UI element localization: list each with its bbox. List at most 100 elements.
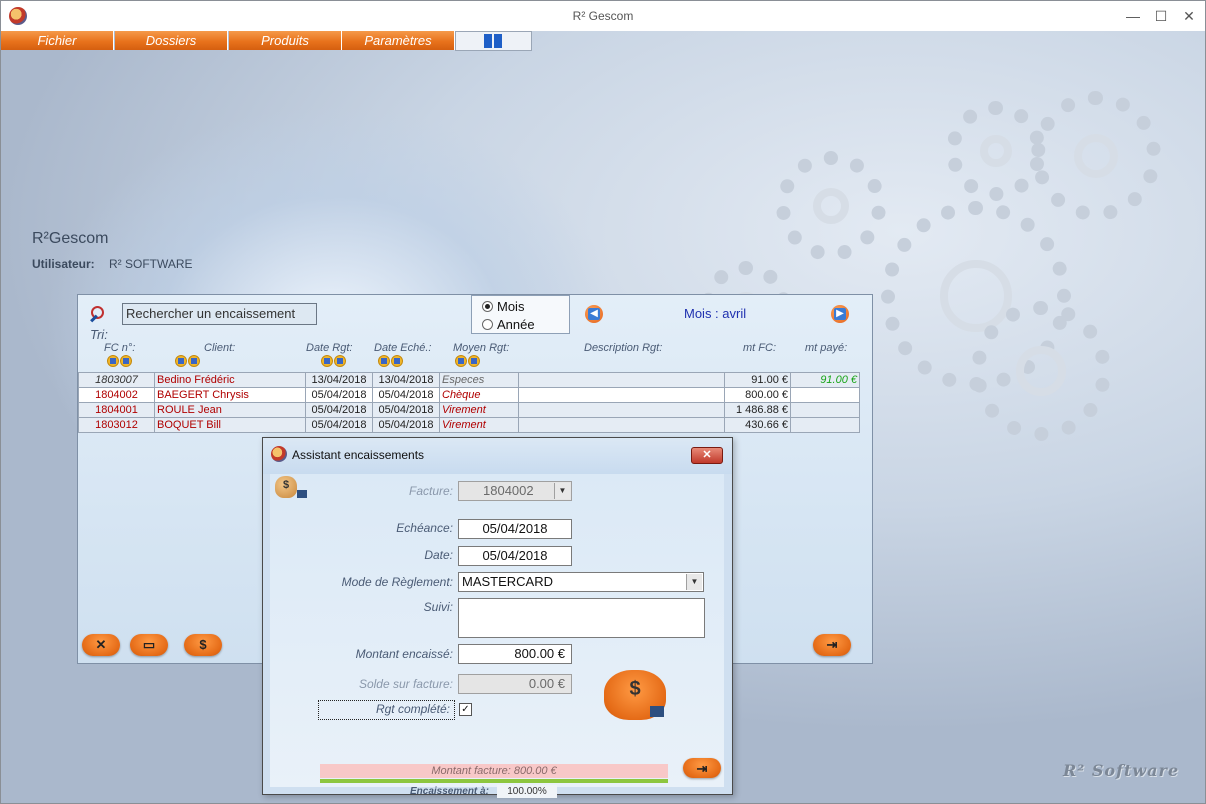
cell-date-rgt[interactable]: 13/04/2018 (305, 372, 373, 388)
minimize-button[interactable]: — (1121, 5, 1145, 27)
sort-client-buttons[interactable] (175, 355, 203, 368)
column-header-mt-fc: mt FC: (743, 342, 776, 354)
sort-down-icon[interactable] (468, 355, 480, 367)
cell-fc[interactable]: 1803007 (78, 372, 155, 388)
sort-up-icon[interactable] (107, 355, 119, 367)
cell-date-rgt[interactable]: 05/04/2018 (305, 387, 373, 403)
table-row[interactable]: 1804001 ROULE Jean 05/04/2018 05/04/2018… (78, 402, 860, 418)
sort-date-eche-buttons[interactable] (378, 355, 406, 368)
echeance-field[interactable]: 05/04/2018 (458, 519, 572, 539)
cell-description[interactable] (518, 387, 725, 403)
cell-client[interactable]: Bedino Frédéric (154, 372, 306, 388)
date-field[interactable]: 05/04/2018 (458, 546, 572, 566)
delete-button[interactable]: ✕ (82, 634, 120, 656)
exit-button[interactable]: ⇥ (813, 634, 851, 656)
sort-moyen-buttons[interactable] (455, 355, 483, 368)
cell-client[interactable]: BOQUET Bill (154, 417, 306, 433)
table-row[interactable]: 1803007 Bedino Frédéric 13/04/2018 13/04… (78, 372, 860, 388)
sort-up-icon[interactable] (455, 355, 467, 367)
sort-date-rgt-buttons[interactable] (321, 355, 349, 368)
cell-moyen[interactable]: Virement (439, 402, 519, 418)
assistant-encaissements-dialog: Assistant encaissements ✕ $ Facture: 180… (262, 437, 733, 798)
radio-annee[interactable]: Année (482, 317, 535, 332)
table-row[interactable]: 1803012 BOQUET Bill 05/04/2018 05/04/201… (78, 417, 860, 433)
cell-date-eche[interactable]: 13/04/2018 (372, 372, 440, 388)
menu-parametres[interactable]: Paramètres (342, 31, 455, 50)
facture-select[interactable]: 1804002 ▼ (458, 481, 572, 501)
menu-dossiers[interactable]: Dossiers (115, 31, 228, 50)
app-name: R²Gescom (32, 230, 109, 247)
gear-icon (776, 151, 886, 261)
validate-encaissement-button[interactable]: $ (604, 670, 670, 726)
cell-mt-fc[interactable]: 800.00 € (724, 387, 791, 403)
mode-reglement-select[interactable]: MASTERCARD ▼ (458, 572, 704, 592)
windows-menu-button[interactable] (455, 31, 532, 51)
menu-fichier[interactable]: Fichier (1, 31, 114, 50)
cell-fc[interactable]: 1804001 (78, 402, 155, 418)
maximize-button[interactable]: ☐ (1149, 5, 1173, 27)
montant-facture-bar: Montant facture: 800.00 € (320, 764, 668, 778)
sort-up-icon[interactable] (175, 355, 187, 367)
cell-mt-paye[interactable] (790, 387, 860, 403)
close-button[interactable]: ✕ (1177, 5, 1201, 27)
dialog-close-button[interactable]: ✕ (691, 447, 723, 464)
search-input[interactable]: Rechercher un encaissement (122, 303, 317, 325)
cell-fc[interactable]: 1803012 (78, 417, 155, 433)
encaissement-value: 100.00% (497, 785, 557, 798)
menu-produits[interactable]: Produits (229, 31, 342, 50)
cell-mt-fc[interactable]: 1 486.88 € (724, 402, 791, 418)
new-encaissement-button[interactable]: $ (184, 634, 222, 656)
cell-date-eche[interactable]: 05/04/2018 (372, 387, 440, 403)
exit-door-icon: ⇥ (826, 637, 838, 652)
cell-client[interactable]: ROULE Jean (154, 402, 306, 418)
previous-period-button[interactable]: ◀ (585, 305, 603, 323)
gear-icon (971, 301, 1111, 441)
dialog-exit-button[interactable]: ⇥ (683, 758, 721, 778)
cell-mt-paye[interactable] (790, 402, 860, 418)
sort-down-icon[interactable] (120, 355, 132, 367)
cell-date-rgt[interactable]: 05/04/2018 (305, 417, 373, 433)
cell-moyen[interactable]: Especes (439, 372, 519, 388)
cell-mt-paye[interactable] (790, 417, 860, 433)
cell-description[interactable] (518, 402, 725, 418)
cell-client[interactable]: BAEGERT Chrysis (154, 387, 306, 403)
cell-moyen[interactable]: Chèque (439, 387, 519, 403)
close-icon: ✕ (95, 637, 107, 652)
card-icon (297, 490, 307, 498)
search-icon[interactable] (88, 306, 104, 322)
sort-down-icon[interactable] (391, 355, 403, 367)
sort-down-icon[interactable] (334, 355, 346, 367)
dialog-body: $ Facture: 1804002 ▼ Echéance: 05/04/201… (270, 474, 724, 798)
money-bag-icon: $ (275, 476, 307, 502)
suivi-textarea[interactable] (458, 598, 705, 638)
next-period-button[interactable]: ▶ (831, 305, 849, 323)
sort-up-icon[interactable] (378, 355, 390, 367)
radio-mois[interactable]: Mois (482, 299, 524, 314)
montant-encaisse-label: Montant encaissé: (355, 647, 453, 661)
card-payment-button[interactable]: ▭ (130, 634, 168, 656)
sort-up-icon[interactable] (321, 355, 333, 367)
cell-date-rgt[interactable]: 05/04/2018 (305, 402, 373, 418)
cell-moyen[interactable]: Virement (439, 417, 519, 433)
arrow-right-icon: ▶ (834, 308, 846, 320)
sort-fc-buttons[interactable] (107, 355, 135, 368)
table-row[interactable]: 1804002 BAEGERT Chrysis 05/04/2018 05/04… (78, 387, 860, 403)
cell-fc[interactable]: 1804002 (78, 387, 155, 403)
card-icon (650, 706, 664, 717)
dollar-sign: $ (282, 479, 290, 491)
sort-down-icon[interactable] (188, 355, 200, 367)
mode-reglement-value: MASTERCARD (462, 574, 554, 589)
cell-mt-paye[interactable]: 91.00 € (790, 372, 860, 388)
cell-description[interactable] (518, 372, 725, 388)
column-header-client: Client: (204, 342, 236, 354)
money-bag-icon: $ (629, 678, 641, 700)
rgt-complete-checkbox[interactable]: ✓ (459, 703, 472, 716)
cell-mt-fc[interactable]: 91.00 € (724, 372, 791, 388)
money-bag-icon: $ (199, 637, 207, 652)
facture-label: Facture: (408, 484, 453, 498)
montant-encaisse-field[interactable]: 800.00 € (458, 644, 572, 664)
cell-mt-fc[interactable]: 430.66 € (724, 417, 791, 433)
cell-date-eche[interactable]: 05/04/2018 (372, 417, 440, 433)
cell-date-eche[interactable]: 05/04/2018 (372, 402, 440, 418)
cell-description[interactable] (518, 417, 725, 433)
